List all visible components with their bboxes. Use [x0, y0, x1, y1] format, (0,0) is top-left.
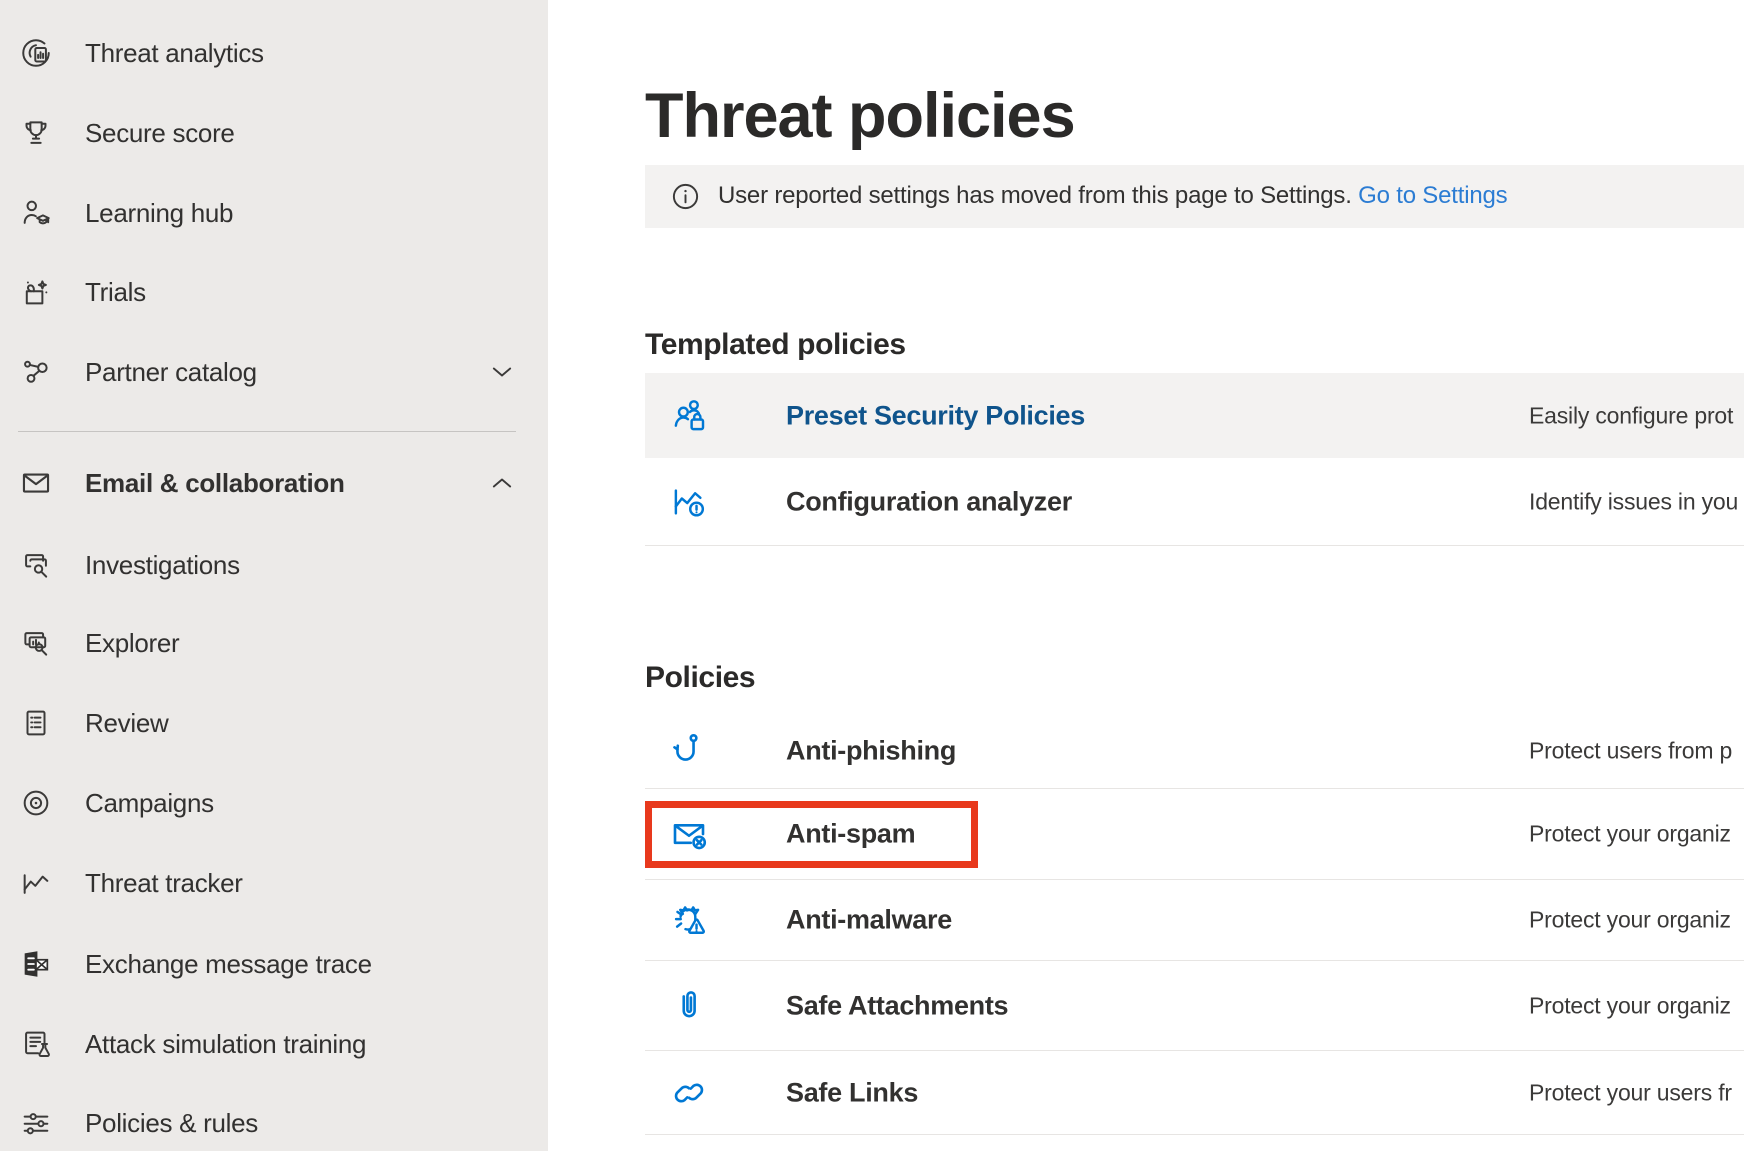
- sidebar-item-label: Explorer: [85, 628, 179, 659]
- sidebar-item-label: Campaigns: [85, 788, 214, 819]
- explorer-icon: [18, 625, 54, 661]
- partner-catalog-icon: [18, 354, 54, 390]
- info-icon: [670, 181, 701, 212]
- sidebar-item-label: Partner catalog: [85, 357, 257, 388]
- row-description: Identify issues in you: [1529, 488, 1738, 515]
- safe-links-icon: [667, 1071, 711, 1115]
- templated-policies-list: Preset Security Policies Easily configur…: [645, 373, 1744, 546]
- trials-icon: [18, 274, 54, 310]
- sidebar-item-label: Threat tracker: [85, 868, 243, 899]
- row-title[interactable]: Safe Attachments: [786, 990, 1008, 1021]
- sidebar-item-secure-score[interactable]: Secure score: [0, 93, 548, 173]
- row-title[interactable]: Configuration analyzer: [786, 486, 1072, 517]
- row-description: Protect your organiz: [1529, 907, 1731, 934]
- safe-attachments-icon: [667, 984, 711, 1028]
- configuration-analyzer-icon: [667, 480, 711, 524]
- main-content: Threat policies User reported settings h…: [548, 0, 1744, 1151]
- preset-security-policies-icon: [667, 394, 711, 438]
- policies-list: Anti-phishing Protect users from p Anti-…: [645, 713, 1744, 1135]
- sidebar: Threat analytics Secure score: [0, 0, 548, 1151]
- policies-rules-icon: [18, 1105, 54, 1141]
- sidebar-item-label: Secure score: [85, 118, 235, 149]
- row-configuration-analyzer[interactable]: Configuration analyzer Identify issues i…: [645, 458, 1744, 546]
- email-icon: [18, 465, 54, 501]
- campaigns-icon: [18, 785, 54, 821]
- row-title[interactable]: Anti-malware: [786, 905, 952, 936]
- row-anti-spam[interactable]: Anti-spam Protect your organiz: [645, 789, 1744, 880]
- banner-message: User reported settings has moved from th…: [718, 182, 1352, 209]
- defender-portal-screen: Threat analytics Secure score: [0, 0, 1744, 1151]
- row-title[interactable]: Anti-phishing: [786, 735, 956, 766]
- section-heading-templated-policies: Templated policies: [645, 328, 906, 362]
- sidebar-item-label: Exchange message trace: [85, 949, 372, 980]
- sidebar-item-label: Learning hub: [85, 198, 233, 229]
- sidebar-item-label: Threat analytics: [85, 38, 264, 69]
- exchange-icon: [18, 946, 54, 982]
- row-description: Protect users from p: [1529, 737, 1732, 764]
- chevron-down-icon[interactable]: [488, 358, 516, 386]
- threat-tracker-icon: [18, 865, 54, 901]
- sidebar-item-policies-rules[interactable]: Policies & rules: [0, 1083, 548, 1151]
- attack-simulation-icon: [18, 1026, 54, 1062]
- anti-spam-icon: [667, 812, 711, 856]
- row-description: Protect your organiz: [1529, 992, 1731, 1019]
- sidebar-item-trials[interactable]: Trials: [0, 252, 548, 332]
- anti-malware-icon: [667, 898, 711, 942]
- sidebar-item-threat-tracker[interactable]: Threat tracker: [0, 843, 548, 923]
- row-description: Protect your organiz: [1529, 821, 1731, 848]
- investigations-icon: [18, 547, 54, 583]
- row-title[interactable]: Anti-spam: [786, 819, 915, 850]
- chevron-up-icon[interactable]: [488, 469, 516, 497]
- sidebar-item-investigations[interactable]: Investigations: [0, 525, 548, 605]
- info-banner: User reported settings has moved from th…: [645, 165, 1744, 228]
- sidebar-item-label: Policies & rules: [85, 1108, 258, 1139]
- row-description: Easily configure prot: [1529, 402, 1733, 429]
- learning-hub-icon: [18, 195, 54, 231]
- sidebar-item-campaigns[interactable]: Campaigns: [0, 763, 548, 843]
- sidebar-item-email-collaboration[interactable]: Email & collaboration: [0, 443, 548, 523]
- section-heading-policies: Policies: [645, 661, 755, 695]
- row-anti-malware[interactable]: Anti-malware Protect your organiz: [645, 880, 1744, 961]
- anti-phishing-icon: [667, 729, 711, 773]
- threat-analytics-icon: [18, 35, 54, 71]
- sidebar-item-label: Email & collaboration: [85, 468, 345, 499]
- sidebar-item-label: Investigations: [85, 550, 240, 581]
- page-title: Threat policies: [645, 80, 1075, 152]
- sidebar-item-attack-simulation-training[interactable]: Attack simulation training: [0, 1004, 548, 1084]
- sidebar-item-review[interactable]: Review: [0, 683, 548, 763]
- row-safe-attachments[interactable]: Safe Attachments Protect your organiz: [645, 961, 1744, 1051]
- sidebar-item-label: Review: [85, 708, 168, 739]
- review-icon: [18, 705, 54, 741]
- sidebar-item-partner-catalog[interactable]: Partner catalog: [0, 332, 548, 412]
- row-description: Protect your users fr: [1529, 1079, 1732, 1106]
- secure-score-icon: [18, 115, 54, 151]
- go-to-settings-link[interactable]: Go to Settings: [1358, 182, 1507, 209]
- row-safe-links[interactable]: Safe Links Protect your users fr: [645, 1051, 1744, 1135]
- sidebar-item-explorer[interactable]: Explorer: [0, 603, 548, 683]
- sidebar-item-learning-hub[interactable]: Learning hub: [0, 173, 548, 253]
- sidebar-item-threat-analytics[interactable]: Threat analytics: [0, 13, 548, 93]
- row-title-link[interactable]: Preset Security Policies: [786, 400, 1085, 431]
- row-preset-security-policies[interactable]: Preset Security Policies Easily configur…: [645, 373, 1744, 458]
- sidebar-item-label: Trials: [85, 277, 146, 308]
- row-title[interactable]: Safe Links: [786, 1077, 918, 1108]
- sidebar-item-label: Attack simulation training: [85, 1029, 366, 1060]
- sidebar-divider: [18, 431, 516, 432]
- row-anti-phishing[interactable]: Anti-phishing Protect users from p: [645, 713, 1744, 789]
- sidebar-item-exchange-message-trace[interactable]: Exchange message trace: [0, 924, 548, 1004]
